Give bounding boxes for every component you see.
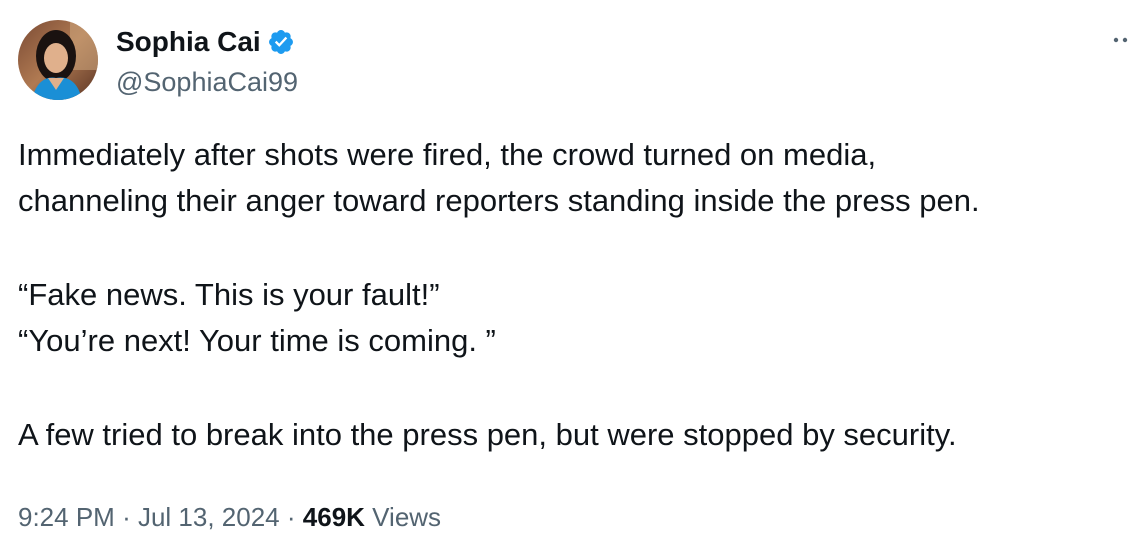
- meta-separator: ·: [286, 502, 296, 532]
- tweet-line-break: [18, 364, 1118, 412]
- tweet-line: “You’re next! Your time is coming. ”: [18, 323, 496, 358]
- tweet-line: “Fake news. This is your fault!”: [18, 277, 440, 312]
- tweet-line: Immediately after shots were fired, the …: [18, 137, 877, 172]
- author-name[interactable]: Sophia Cai: [116, 24, 295, 60]
- tweet-line: A few tried to break into the press pen,…: [18, 417, 957, 452]
- display-name: Sophia Cai: [116, 26, 261, 57]
- tweet-text: Immediately after shots were fired, the …: [18, 132, 1118, 458]
- verified-badge-icon: [268, 30, 293, 54]
- tweet-date[interactable]: Jul 13, 2024: [138, 502, 280, 532]
- profile-photo: [18, 20, 98, 100]
- avatar[interactable]: [18, 20, 98, 100]
- views-label: Views: [372, 502, 442, 532]
- tweet-line-break: [18, 224, 1118, 272]
- tweet-metadata: 9:24 PM · Jul 13, 2024 · 469K Views: [18, 499, 441, 535]
- meta-separator: ·: [122, 502, 131, 532]
- more-options-icon[interactable]: [1110, 30, 1132, 50]
- tweet-time[interactable]: 9:24 PM: [18, 502, 115, 532]
- tweet-line: channeling their anger toward reporters …: [18, 183, 980, 218]
- views-count: 469K: [302, 502, 365, 532]
- author-handle[interactable]: @SophiaCai99: [116, 64, 298, 100]
